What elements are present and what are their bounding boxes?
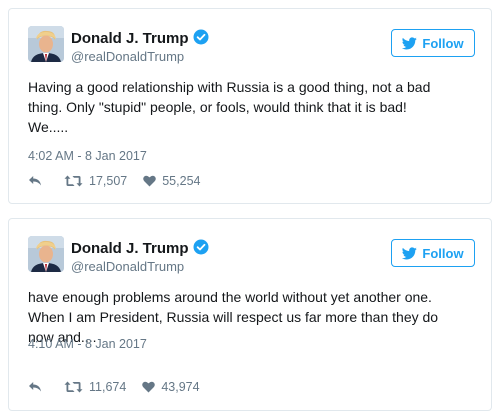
- reply-icon: [29, 176, 41, 186]
- author-name[interactable]: Donald J. Trump: [71, 29, 209, 47]
- profile-photo-icon: [28, 26, 64, 62]
- retweet-button[interactable]: 17,507: [64, 174, 127, 188]
- reply-icon: [29, 382, 41, 392]
- tweet-card: Donald J. Trump @realDonaldTrump Follow …: [8, 8, 492, 204]
- verified-badge-icon: [193, 29, 209, 45]
- tweet-card: Donald J. Trump @realDonaldTrump Follow …: [8, 218, 492, 411]
- profile-photo-icon: [28, 236, 64, 272]
- retweet-count: 11,674: [89, 380, 127, 394]
- author-handle[interactable]: @realDonaldTrump: [71, 259, 184, 274]
- tweet-text-line: We.....: [28, 119, 69, 135]
- avatar[interactable]: [28, 236, 64, 272]
- author-handle[interactable]: @realDonaldTrump: [71, 49, 184, 64]
- like-count: 55,254: [162, 174, 201, 188]
- follow-label: Follow: [422, 245, 464, 261]
- bird-icon: [402, 36, 418, 49]
- tweet-text-line: thing. Only "stupid" people, or fools, w…: [28, 99, 407, 115]
- like-button[interactable]: 55,254: [143, 174, 200, 188]
- tweet-text: Having a good relationship with Russia i…: [28, 77, 478, 137]
- retweet-button[interactable]: 11,674: [64, 380, 126, 394]
- tweet-timestamp[interactable]: 4:10 AM - 8 Jan 2017: [28, 337, 147, 351]
- heart-icon: [142, 381, 156, 393]
- retweet-icon: [64, 381, 83, 393]
- avatar[interactable]: [28, 26, 64, 62]
- like-count: 43,974: [161, 380, 200, 394]
- tweet-text-line: When I am President, Russia will respect…: [28, 309, 439, 325]
- bird-icon: [402, 246, 418, 259]
- retweet-icon: [64, 175, 83, 187]
- tweet-actions: 17,507 55,254: [28, 174, 200, 188]
- heart-icon: [143, 175, 156, 187]
- reply-button[interactable]: [28, 175, 42, 187]
- author-name-text[interactable]: Donald J. Trump: [71, 30, 189, 47]
- follow-label: Follow: [422, 35, 464, 51]
- verified-badge-icon: [193, 239, 209, 255]
- reply-button[interactable]: [28, 381, 42, 393]
- tweet-text-line: have enough problems around the world wi…: [28, 289, 432, 305]
- tweet-text-line: Having a good relationship with Russia i…: [28, 79, 431, 95]
- author-name[interactable]: Donald J. Trump: [71, 239, 209, 257]
- tweet-timestamp[interactable]: 4:02 AM - 8 Jan 2017: [28, 149, 147, 163]
- retweet-count: 17,507: [89, 174, 128, 188]
- tweet-actions: 11,674 43,974: [28, 380, 200, 394]
- follow-button[interactable]: Follow: [391, 29, 475, 57]
- follow-button[interactable]: Follow: [391, 239, 475, 267]
- like-button[interactable]: 43,974: [142, 380, 200, 394]
- author-name-text[interactable]: Donald J. Trump: [71, 240, 189, 257]
